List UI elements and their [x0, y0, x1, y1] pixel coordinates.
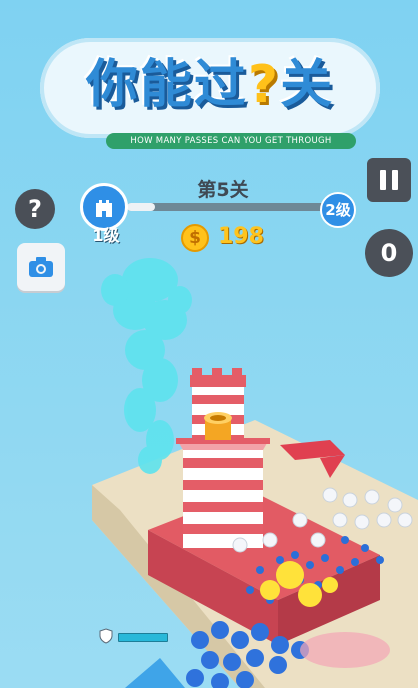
current-level-label: 1级: [92, 226, 120, 245]
game-scene[interactable]: 你能过?关 HOW MANY PASSES CAN YOU GET THROUG…: [0, 0, 418, 688]
castle-icon: [96, 200, 112, 217]
logo-title-end: 关: [280, 55, 335, 115]
logo-title-question: ?: [247, 55, 281, 115]
level-progress-track: [127, 203, 325, 211]
pause-button[interactable]: [367, 158, 411, 202]
question-mark-icon: ?: [28, 195, 42, 223]
pause-icon: [380, 170, 386, 190]
help-button[interactable]: ?: [15, 189, 55, 229]
camera-button[interactable]: [17, 243, 65, 291]
level-progress-fill: [127, 203, 155, 211]
health-bar: [118, 633, 168, 642]
logo-title: 你能过?关: [60, 42, 360, 117]
logo-subtitle: HOW MANY PASSES CAN YOU GET THROUGH: [106, 133, 356, 149]
logo-title-main: 你能过: [85, 55, 248, 115]
coin-icon: $: [181, 224, 209, 252]
level-title: 第5关: [197, 179, 249, 201]
camera-icon: [29, 257, 53, 277]
power-button[interactable]: 0: [365, 229, 413, 277]
power-count: 0: [380, 239, 398, 267]
shield-icon: [99, 628, 113, 644]
coin-count: 198: [218, 224, 264, 249]
next-level-badge: 2级: [320, 192, 356, 228]
pause-icon-bar: [392, 170, 398, 190]
game-logo: 你能过?关 HOW MANY PASSES CAN YOU GET THROUG…: [40, 20, 380, 149]
